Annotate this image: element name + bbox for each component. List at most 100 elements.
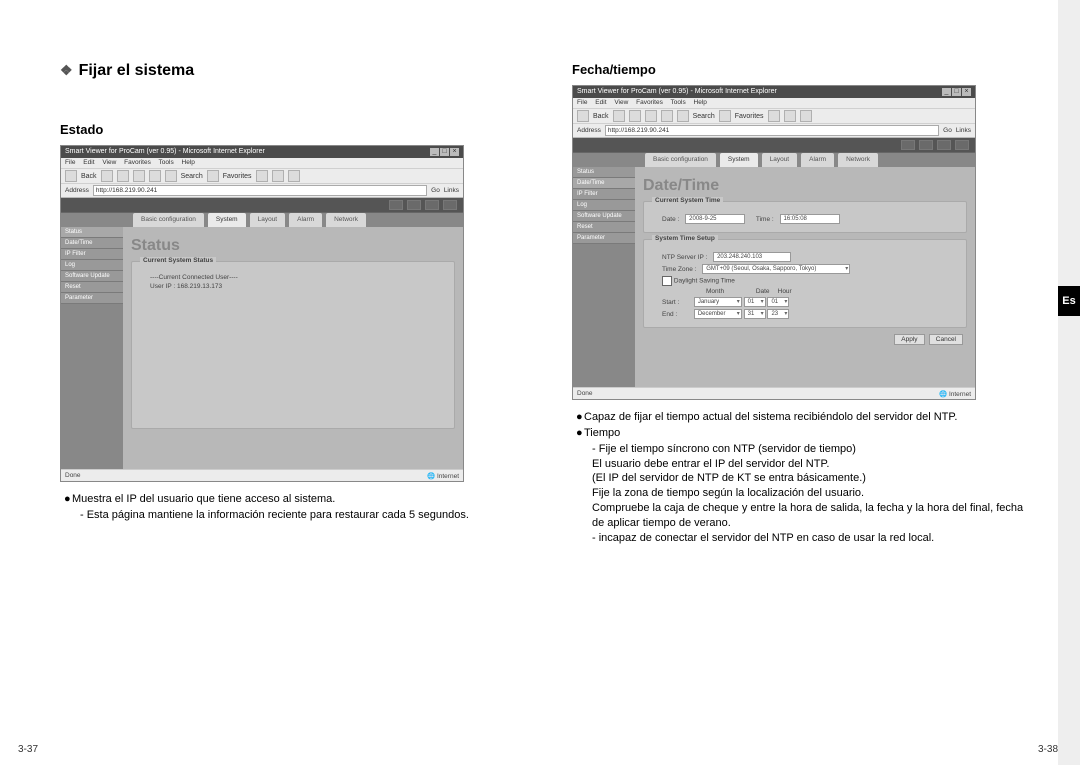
favorites-icon[interactable]: [207, 170, 219, 182]
tab-basic[interactable]: Basic configuration: [133, 213, 204, 227]
sidebar-item-ipfilter[interactable]: IP Filter: [61, 249, 123, 260]
menu-favorites[interactable]: Favorites: [124, 159, 151, 166]
minimize-icon[interactable]: _: [942, 88, 951, 96]
ntp-input[interactable]: 203.248.240.103: [713, 252, 791, 262]
menu-tools[interactable]: Tools: [159, 159, 174, 166]
tab-network[interactable]: Network: [326, 213, 366, 227]
text-block: ●Capaz de fijar el tiempo actual del sis…: [576, 410, 1032, 546]
tab-network[interactable]: Network: [838, 153, 878, 167]
sidebar-item-status[interactable]: Status: [61, 227, 123, 238]
favorites-label[interactable]: Favorites: [735, 113, 764, 120]
history-icon[interactable]: [256, 170, 268, 182]
sidebar-item-parameter[interactable]: Parameter: [573, 233, 635, 244]
menu-view[interactable]: View: [102, 159, 116, 166]
mail-icon[interactable]: [272, 170, 284, 182]
back-icon[interactable]: [65, 170, 77, 182]
sidebar-item-log[interactable]: Log: [61, 260, 123, 271]
favorites-icon[interactable]: [719, 110, 731, 122]
address-input[interactable]: http://168.219.90.241: [605, 125, 939, 136]
refresh-icon[interactable]: [133, 170, 145, 182]
menu-help[interactable]: Help: [694, 99, 707, 106]
close-icon[interactable]: ×: [450, 148, 459, 156]
menu-file[interactable]: File: [577, 99, 587, 106]
search-label[interactable]: Search: [693, 113, 715, 120]
banner-icon: [901, 140, 915, 150]
menu-edit[interactable]: Edit: [595, 99, 606, 106]
language-tab: Es: [1058, 286, 1080, 316]
banner-icon: [425, 200, 439, 210]
start-hour-select[interactable]: 01: [767, 297, 789, 307]
sidebar-item-datetime[interactable]: Date/Time: [61, 238, 123, 249]
end-month-select[interactable]: December: [694, 309, 742, 319]
sidebar-item-status[interactable]: Status: [573, 167, 635, 178]
sidebar-item-ipfilter[interactable]: IP Filter: [573, 189, 635, 200]
back-label[interactable]: Back: [81, 173, 97, 180]
date-field[interactable]: 2008-9-25: [685, 214, 745, 224]
search-icon[interactable]: [165, 170, 177, 182]
stop-icon[interactable]: [629, 110, 641, 122]
links-label[interactable]: Links: [444, 187, 459, 194]
home-icon[interactable]: [661, 110, 673, 122]
forward-icon[interactable]: [101, 170, 113, 182]
sidebar-item-reset[interactable]: Reset: [573, 222, 635, 233]
sidebar-item-parameter[interactable]: Parameter: [61, 293, 123, 304]
menu-tools[interactable]: Tools: [671, 99, 686, 106]
links-label[interactable]: Links: [956, 127, 971, 134]
menu-view[interactable]: View: [614, 99, 628, 106]
menu-edit[interactable]: Edit: [83, 159, 94, 166]
end-hour-select[interactable]: 23: [767, 309, 789, 319]
history-icon[interactable]: [768, 110, 780, 122]
menu-favorites[interactable]: Favorites: [636, 99, 663, 106]
diamond-icon: ❖: [60, 62, 73, 79]
minimize-icon[interactable]: _: [430, 148, 439, 156]
sidebar-item-log[interactable]: Log: [573, 200, 635, 211]
close-icon[interactable]: ×: [962, 88, 971, 96]
dst-checkbox[interactable]: [662, 276, 672, 286]
tz-select[interactable]: GMT+09 (Seoul, Osaka, Sapporo, Tokyo): [702, 264, 850, 274]
time-field[interactable]: 16:05:08: [780, 214, 840, 224]
sidebar-item-datetime[interactable]: Date/Time: [573, 178, 635, 189]
window-titlebar: Smart Viewer for ProCam (ver 0.95) - Mic…: [573, 86, 975, 98]
sidebar-item-reset[interactable]: Reset: [61, 282, 123, 293]
sidebar-item-swupdate[interactable]: Software Update: [61, 271, 123, 282]
tab-layout[interactable]: Layout: [762, 153, 798, 167]
tab-system[interactable]: System: [720, 153, 758, 167]
end-date-select[interactable]: 31: [744, 309, 766, 319]
cancel-button[interactable]: Cancel: [929, 334, 963, 345]
tab-system[interactable]: System: [208, 213, 246, 227]
tab-basic[interactable]: Basic configuration: [645, 153, 716, 167]
main-title-text: Fijar el sistema: [79, 62, 195, 79]
start-month-select[interactable]: January: [694, 297, 742, 307]
stop-icon[interactable]: [117, 170, 129, 182]
search-icon[interactable]: [677, 110, 689, 122]
mail-icon[interactable]: [784, 110, 796, 122]
maximize-icon[interactable]: □: [440, 148, 449, 156]
go-button[interactable]: Go: [431, 187, 440, 194]
tab-alarm[interactable]: Alarm: [289, 213, 322, 227]
content-area: Status Date/Time IP Filter Log Software …: [61, 227, 463, 472]
menu-file[interactable]: File: [65, 159, 75, 166]
apply-button[interactable]: Apply: [894, 334, 924, 345]
start-date-select[interactable]: 01: [744, 297, 766, 307]
home-icon[interactable]: [149, 170, 161, 182]
group-title: Current System Time: [652, 197, 723, 204]
sidebar: Status Date/Time IP Filter Log Software …: [61, 227, 123, 472]
search-label[interactable]: Search: [181, 173, 203, 180]
address-input[interactable]: http://168.219.90.241: [93, 185, 427, 196]
favorites-label[interactable]: Favorites: [223, 173, 252, 180]
status-done: Done: [65, 472, 81, 479]
tab-layout[interactable]: Layout: [250, 213, 286, 227]
print-icon[interactable]: [288, 170, 300, 182]
print-icon[interactable]: [800, 110, 812, 122]
address-bar: Address http://168.219.90.241 Go Links: [573, 124, 975, 138]
maximize-icon[interactable]: □: [952, 88, 961, 96]
refresh-icon[interactable]: [645, 110, 657, 122]
back-icon[interactable]: [577, 110, 589, 122]
go-button[interactable]: Go: [943, 127, 952, 134]
menu-help[interactable]: Help: [182, 159, 195, 166]
sidebar-item-swupdate[interactable]: Software Update: [573, 211, 635, 222]
tab-alarm[interactable]: Alarm: [801, 153, 834, 167]
forward-icon[interactable]: [613, 110, 625, 122]
sub-text: Compruebe la caja de cheque y entre la h…: [592, 501, 1032, 531]
back-label[interactable]: Back: [593, 113, 609, 120]
